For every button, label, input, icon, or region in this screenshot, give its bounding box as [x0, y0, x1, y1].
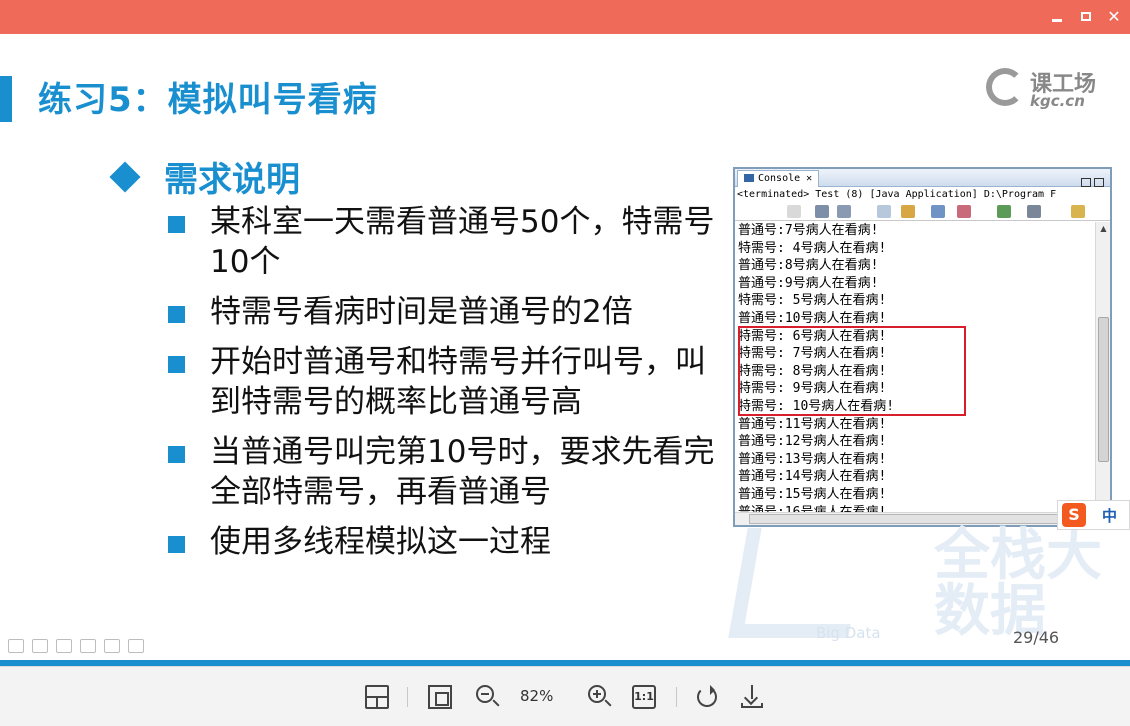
requirement-item: 开始时普通号和特需号并行叫号，叫到特需号的概率比普通号高: [168, 342, 728, 422]
close-tab-icon: ✕: [806, 173, 813, 184]
requirement-text: 特需号看病时间是普通号的2倍: [210, 294, 633, 330]
watermark: Big Data 全栈大数据: [728, 523, 1118, 658]
terminate-icon: [787, 205, 801, 218]
ime-indicator[interactable]: S 中: [1057, 500, 1130, 530]
console-line: 普通号:11号病人在看病!: [738, 416, 887, 432]
minimize-view-icon: [1081, 178, 1091, 187]
requirement-item: 使用多线程模拟这一过程: [168, 522, 728, 562]
circle-icon[interactable]: [56, 639, 72, 653]
console-output: 普通号:7号病人在看病! 特需号: 4号病人在看病! 普通号:8号病人在看病! …: [738, 222, 1093, 514]
slide-canvas: 练习5：模拟叫号看病 课工场 kgc.cn 需求说明 某科室一天需看普通号50个…: [0, 34, 1130, 666]
requirement-title: 需求说明: [164, 160, 300, 200]
highlight-box: [738, 326, 966, 416]
console-line: 普通号:10号病人在看病!: [738, 310, 887, 326]
console-tab: Console ✕: [737, 170, 820, 187]
watermark-small-text: Big Data: [816, 624, 881, 642]
toolbar-divider: [676, 687, 677, 707]
pointer-icon[interactable]: [104, 639, 120, 653]
square-bullet-icon: [168, 356, 185, 373]
note-icon[interactable]: [32, 639, 48, 653]
close-button[interactable]: ✕: [1104, 7, 1124, 27]
square-bullet-icon: [168, 306, 185, 323]
scroll-up-icon: ▲: [1100, 224, 1107, 233]
zoom-in-icon[interactable]: [588, 685, 606, 703]
square-bullet-icon: [168, 536, 185, 553]
eraser-icon[interactable]: [80, 639, 96, 653]
video-icon[interactable]: [128, 639, 144, 653]
scroll-lock-icon: [877, 205, 891, 218]
window-title-bar: ✕: [0, 0, 1130, 34]
minimize-button[interactable]: [1047, 7, 1067, 27]
console-line: 特需号: 5号病人在看病!: [738, 293, 887, 309]
viewer-toolbar: 82% 1:1: [0, 666, 1130, 726]
kgc-logo: 课工场 kgc.cn: [986, 62, 1111, 112]
square-bullet-icon: [168, 446, 185, 463]
console-line: 普通号:7号病人在看病!: [738, 223, 879, 238]
maximize-icon: [1081, 12, 1091, 21]
clear-console-icon: [901, 205, 915, 218]
title-accent-bar: [0, 76, 12, 122]
zoom-out-icon[interactable]: [476, 685, 494, 703]
maximize-button[interactable]: [1076, 7, 1096, 27]
download-icon[interactable]: [741, 685, 765, 709]
rotate-icon[interactable]: [697, 685, 717, 707]
console-line: 普通号:15号病人在看病!: [738, 486, 887, 502]
page-number: 29/46: [1013, 628, 1060, 647]
slide-title: 练习5：模拟叫号看病: [38, 80, 378, 120]
watermark-big-text: 全栈大数据: [934, 523, 1102, 644]
requirement-text: 开始时普通号和特需号并行叫号，叫到特需号的概率比普通号高: [210, 344, 706, 420]
console-line: 普通号:8号病人在看病!: [738, 258, 879, 274]
open-console-icon: [997, 205, 1011, 218]
minus-mark: [481, 693, 489, 695]
maximize-view-icon: [1094, 178, 1104, 187]
console-line: 特需号: 4号病人在看病!: [738, 240, 887, 256]
watermark-logo-icon: [728, 528, 868, 638]
requirement-heading: 需求说明: [109, 152, 300, 201]
square-bullet-icon: [168, 216, 185, 233]
ime-language: 中: [1102, 506, 1118, 525]
diamond-bullet-icon: [109, 160, 141, 193]
logo-c-icon: [986, 68, 1024, 106]
annotation-tools: [8, 639, 152, 653]
sogou-icon: S: [1062, 503, 1086, 527]
console-screenshot: Console ✕ <terminated> Test (8) [Java App…: [733, 167, 1112, 527]
console-line: 普通号:12号病人在看病!: [738, 434, 887, 450]
zoom-level: 82%: [520, 687, 554, 705]
requirement-text: 当普通号叫完第10号时，要求先看完全部特需号，再看普通号: [210, 434, 715, 510]
fit-page-icon[interactable]: [428, 685, 452, 709]
pin-console-icon: [931, 205, 945, 218]
requirement-list: 某科室一天需看普通号50个，特需号10个 特需号看病时间是普通号的2倍 开始时普…: [168, 202, 728, 572]
console-tab-bar: Console ✕: [735, 169, 1110, 187]
console-line: 普通号:13号病人在看病!: [738, 451, 887, 467]
requirement-text: 某科室一天需看普通号50个，特需号10个: [210, 204, 715, 280]
close-icon: ✕: [1107, 7, 1121, 26]
pen-icon[interactable]: [8, 639, 24, 653]
remove-all-icon: [837, 205, 851, 218]
console-tab-label: Console: [758, 173, 801, 184]
logo-text-en: kgc.cn: [1030, 92, 1085, 110]
plus-vertical: [596, 690, 598, 698]
console-vertical-scrollbar: ▲ ▼: [1095, 222, 1110, 514]
requirement-item: 特需号看病时间是普通号的2倍: [168, 292, 728, 332]
remove-launch-icon: [815, 205, 829, 218]
console-toolbar: [735, 203, 1110, 221]
console-icon: [744, 174, 754, 182]
download-tray: [741, 703, 763, 708]
scrollbar-thumb: [1098, 317, 1109, 462]
actual-size-button[interactable]: 1:1: [632, 685, 656, 709]
display-icon: [1027, 205, 1041, 218]
new-console-icon: [1071, 205, 1085, 218]
console-status: <terminated> Test (8) [Java Application]…: [737, 189, 1057, 200]
requirement-item: 某科室一天需看普通号50个，特需号10个: [168, 202, 728, 282]
console-line: 普通号:14号病人在看病!: [738, 469, 887, 485]
layout-grid-icon[interactable]: [365, 685, 389, 709]
requirement-text: 使用多线程模拟这一过程: [210, 524, 551, 560]
console-line: 普通号:9号病人在看病!: [738, 275, 879, 291]
display-selected-icon: [957, 205, 971, 218]
console-window-controls: [1078, 172, 1106, 187]
requirement-item: 当普通号叫完第10号时，要求先看完全部特需号，再看普通号: [168, 432, 728, 512]
toolbar-divider: [407, 687, 408, 707]
minimize-icon: [1052, 19, 1062, 22]
